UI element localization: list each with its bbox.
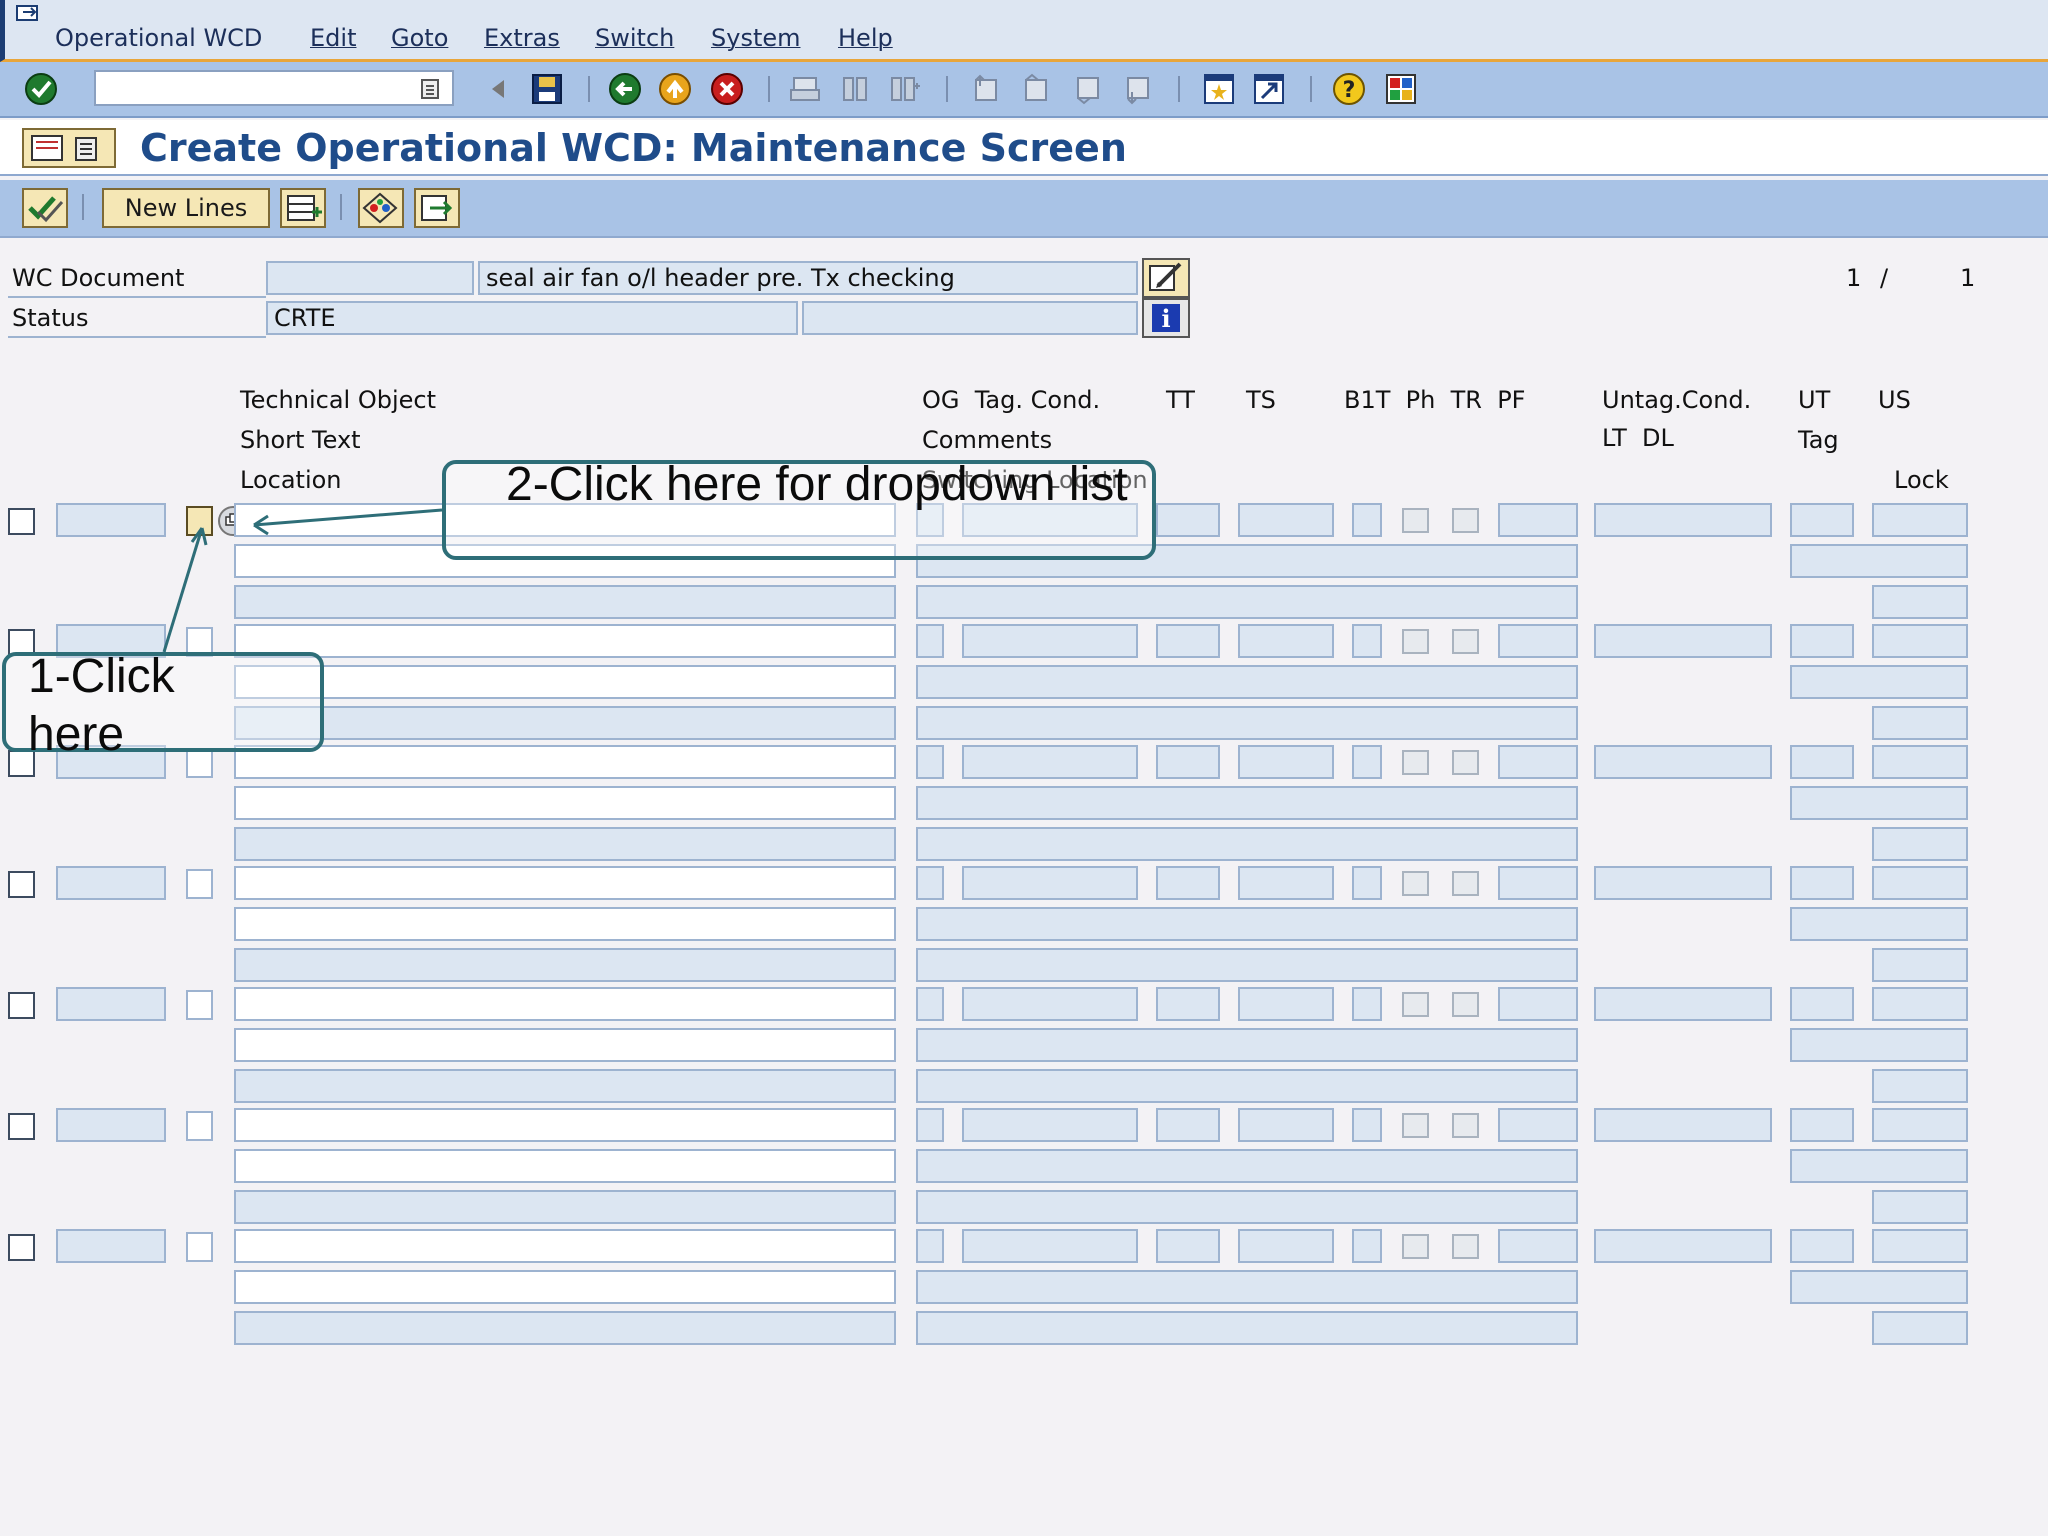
callout-arrows <box>162 508 443 653</box>
arrow-step2 <box>253 508 443 527</box>
arrow-step1 <box>162 527 204 653</box>
